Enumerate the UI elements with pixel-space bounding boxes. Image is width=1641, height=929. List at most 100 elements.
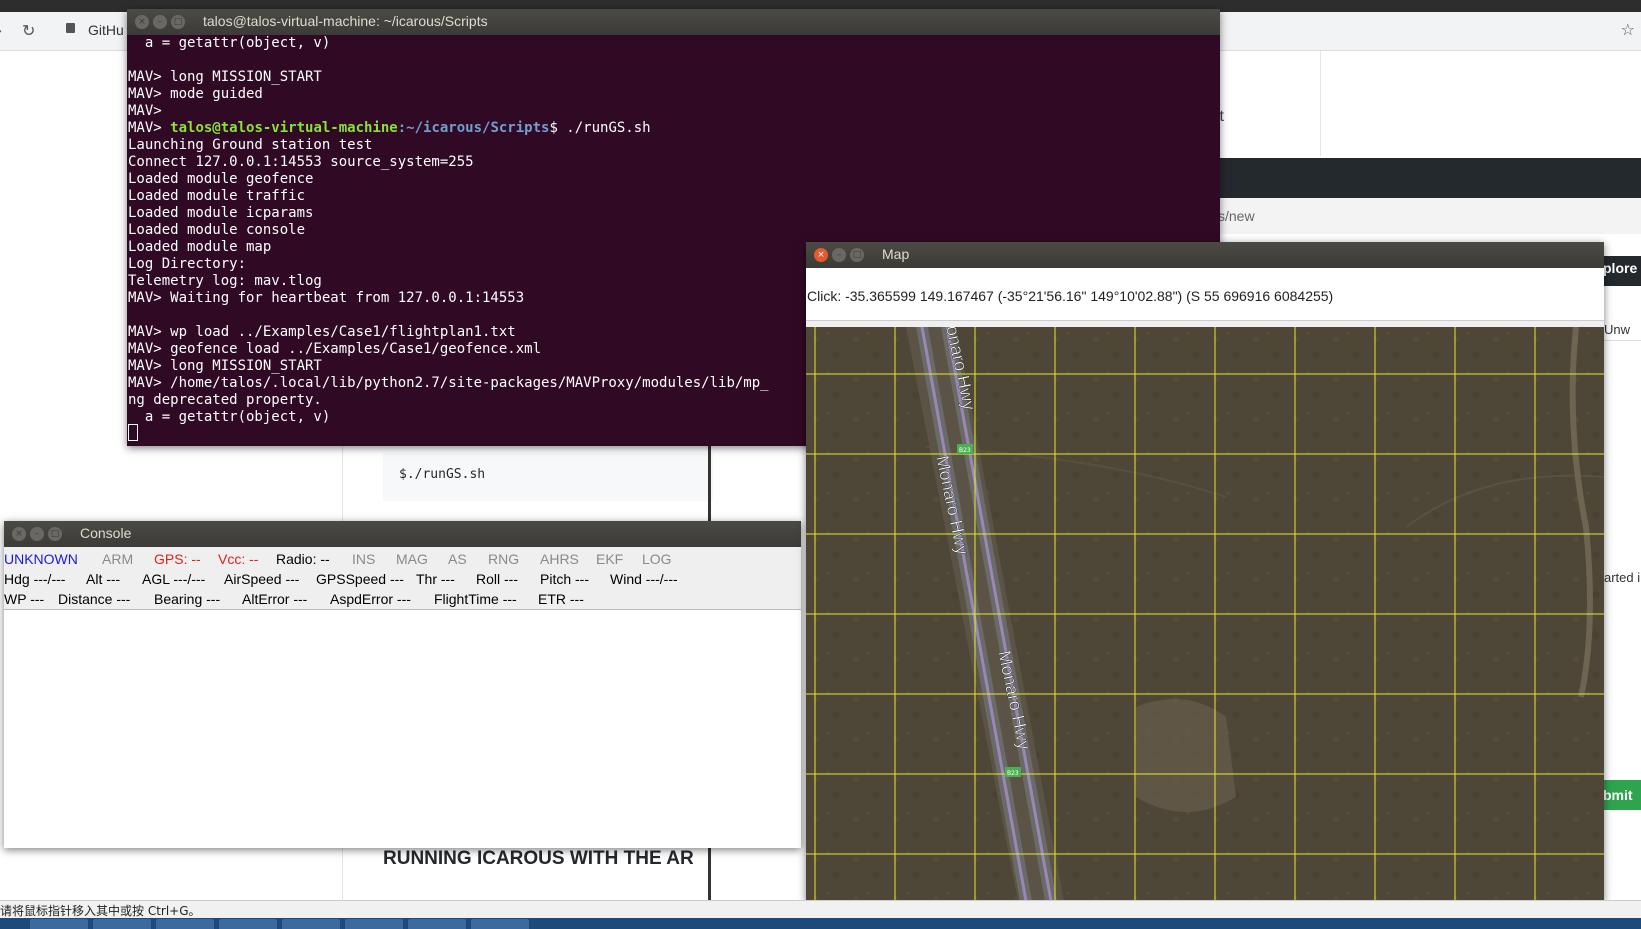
- status-item: AirSpeed ---: [224, 571, 300, 587]
- map-click-info: Click: -35.365599 149.167467 (-35°21'56.…: [806, 268, 1604, 321]
- console-window[interactable]: × – □ Console UNKNOWN ARM GPS: -- Vcc: -- Ra…: [4, 521, 801, 848]
- code-text: $./runGS.sh: [399, 467, 486, 482]
- close-icon[interactable]: ×: [135, 15, 149, 29]
- map-title: Map: [882, 246, 910, 262]
- maximize-icon[interactable]: □: [850, 248, 864, 262]
- terminal-line: a = getattr(object, v): [128, 35, 331, 51]
- terminal-line: Loaded module geofence: [128, 171, 314, 187]
- taskbar-item[interactable]: [282, 919, 340, 929]
- status-item: AGL ---/---: [142, 571, 206, 587]
- route-badge-label: B23: [1007, 770, 1019, 777]
- taskbar-item[interactable]: [345, 919, 403, 929]
- console-title: Console: [80, 525, 132, 541]
- status-bar: 请将鼠标指针移入其中或按 Ctrl+G。: [0, 900, 1641, 919]
- close-icon[interactable]: ×: [814, 248, 828, 262]
- terminal-line: Log Directory:: [128, 256, 255, 272]
- page-divider: [1320, 51, 1321, 156]
- status-item: EKF: [596, 551, 624, 567]
- status-item: ARM: [102, 551, 134, 567]
- terminal-line: MAV> /home/talos/.local/lib/python2.7/si…: [128, 375, 769, 391]
- terminal-line: ng deprecated property.: [128, 392, 322, 408]
- map-view[interactable]: onaro Hwy Monaro Hwy Monaro Hwy B23 B23: [806, 327, 1604, 901]
- status-item: MAG: [396, 551, 428, 567]
- terminal-cursor: [128, 424, 138, 441]
- terminal-prompt-line: MAV> talos@talos-virtual-machine:~/icaro…: [128, 120, 651, 137]
- map-window[interactable]: × – □ Map Click: -35.365599 149.167467 (…: [806, 242, 1604, 901]
- status-bar-text: 请将鼠标指针移入其中或按 Ctrl+G。: [0, 904, 201, 918]
- status-item: FlightTime ---: [434, 591, 517, 607]
- clearing-area: [1136, 699, 1236, 812]
- started-text: arted i: [1604, 570, 1641, 585]
- terminal-line: MAV>: [128, 103, 171, 119]
- terminal-titlebar[interactable]: × – □ talos@talos-virtual-machine: ~/ica…: [127, 9, 1220, 35]
- status-item: Vcc: --: [218, 551, 259, 567]
- status-item: INS: [352, 551, 376, 567]
- console-output[interactable]: [4, 609, 801, 848]
- terminal-line: Loaded module map: [128, 239, 272, 255]
- terminal-line: MAV> long MISSION_START: [128, 69, 322, 85]
- prompt-user: talos@talos-virtual-machine: [170, 120, 398, 136]
- terminal-line: a = getattr(object, v): [128, 409, 331, 425]
- terminal-line: Connect 127.0.0.1:14553 source_system=25…: [128, 154, 474, 170]
- close-icon[interactable]: ×: [12, 527, 26, 541]
- url-bar-fragment: [1218, 198, 1641, 234]
- taskbar-item[interactable]: [93, 919, 151, 929]
- click-coordinates: Click: -35.365599 149.167467 (-35°21'56.…: [807, 288, 1334, 304]
- status-item: UNKNOWN: [4, 551, 78, 567]
- status-item: Alt ---: [86, 571, 121, 587]
- status-item: Pitch ---: [540, 571, 589, 587]
- forward-icon[interactable]: ›: [0, 21, 2, 40]
- satellite-map[interactable]: onaro Hwy Monaro Hwy Monaro Hwy B23 B23: [806, 327, 1604, 901]
- terminal-line: MAV> long MISSION_START: [128, 358, 322, 374]
- status-item: AspdError ---: [330, 591, 411, 607]
- url-fragment: s/new: [1218, 208, 1255, 224]
- prompt-prefix: MAV>: [128, 120, 171, 136]
- terminal-line: Telemetry log: mav.tlog: [128, 273, 322, 289]
- terminal-line: MAV> mode guided: [128, 86, 263, 102]
- unwatch-button[interactable]: Unw: [1604, 322, 1630, 337]
- prompt-path: :~/icarous/Scripts: [397, 120, 550, 136]
- section-heading: RUNNING ICAROUS WITH THE AR: [383, 848, 694, 869]
- minimize-icon[interactable]: –: [832, 248, 846, 262]
- taskbar-item[interactable]: [408, 919, 466, 929]
- explore-button[interactable]: plore: [1603, 256, 1641, 286]
- terminal-line: Launching Ground station test: [128, 137, 373, 153]
- terminal-line: Loaded module icparams: [128, 205, 314, 221]
- minimize-icon[interactable]: –: [153, 15, 167, 29]
- status-item: Distance ---: [58, 591, 131, 607]
- minimize-icon[interactable]: –: [30, 527, 44, 541]
- status-item: GPSSpeed ---: [316, 571, 404, 587]
- taskbar-item[interactable]: [30, 919, 88, 929]
- route-badge-label: B23: [959, 447, 971, 454]
- map-titlebar[interactable]: × – □ Map: [806, 242, 1604, 268]
- status-item: Wind ---/---: [610, 571, 678, 587]
- maximize-icon[interactable]: □: [171, 15, 185, 29]
- terminal-line: MAV> wp load ../Examples/Case1/flightpla…: [128, 324, 516, 340]
- status-item: LOG: [642, 551, 672, 567]
- taskbar-item[interactable]: [471, 919, 529, 929]
- taskbar-item[interactable]: [156, 919, 214, 929]
- submit-button[interactable]: bmit n: [1603, 780, 1641, 833]
- reload-icon[interactable]: ↻: [22, 21, 35, 40]
- address-bar[interactable]: GitHu: [88, 22, 124, 38]
- bookmark-star-icon[interactable]: ☆: [1621, 20, 1635, 39]
- github-header: [1218, 158, 1641, 198]
- status-item: Radio: --: [276, 551, 330, 567]
- status-item: AS: [448, 551, 467, 567]
- status-item: AltError ---: [242, 591, 308, 607]
- terminal-title: talos@talos-virtual-machine: ~/icarous/S…: [203, 13, 488, 29]
- maximize-icon[interactable]: □: [48, 527, 62, 541]
- status-item: AHRS: [540, 551, 579, 567]
- status-item: ETR ---: [538, 591, 584, 607]
- lock-icon: [66, 23, 75, 33]
- status-item: Roll ---: [476, 571, 518, 587]
- status-item: Hdg ---/---: [4, 571, 66, 587]
- prompt-command: $ ./runGS.sh: [549, 120, 651, 136]
- terminal-line: MAV> Waiting for heartbeat from 127.0.0.…: [128, 290, 525, 306]
- taskbar-item[interactable]: [219, 919, 277, 929]
- status-item: Bearing ---: [154, 591, 221, 607]
- terminal-line: Loaded module console: [128, 222, 306, 238]
- status-item: GPS: --: [154, 551, 201, 567]
- console-titlebar[interactable]: × – □ Console: [4, 521, 801, 547]
- status-item: RNG: [488, 551, 520, 567]
